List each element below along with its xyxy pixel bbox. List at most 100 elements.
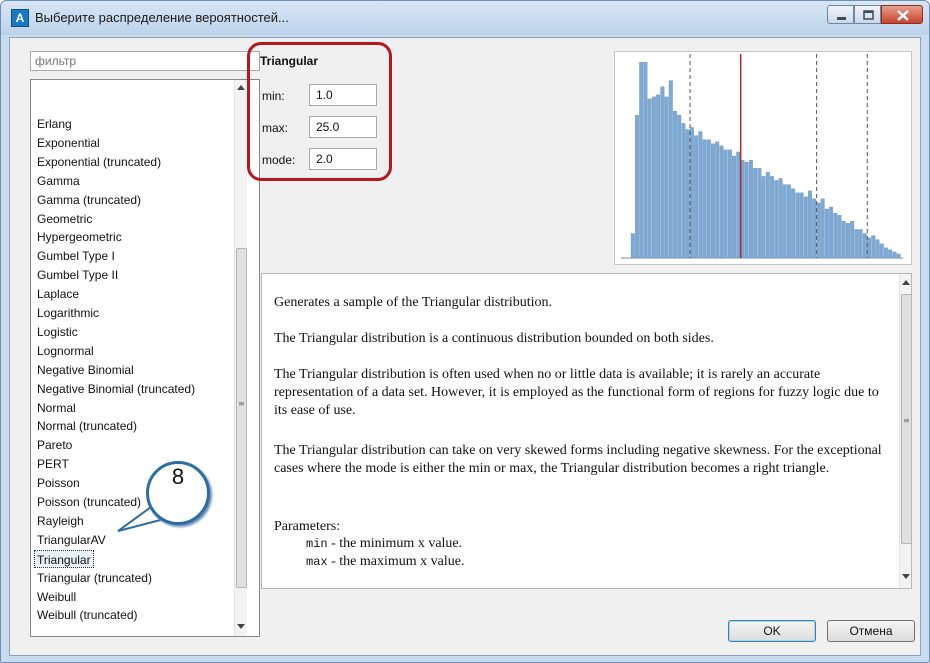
histogram-bar <box>748 159 753 259</box>
histogram-bar <box>858 229 863 259</box>
title-bar[interactable]: A Выберите распределение вероятностей... <box>1 1 929 35</box>
param-label-mode: mode: <box>262 153 296 167</box>
scroll-down-icon[interactable] <box>237 624 245 629</box>
maximize-button[interactable] <box>854 5 881 24</box>
list-item[interactable]: Gamma <box>37 172 80 190</box>
list-item[interactable]: Laplace <box>37 285 79 303</box>
list-item[interactable]: Poisson <box>37 474 80 492</box>
list-item[interactable]: Exponential (truncated) <box>37 153 161 171</box>
histogram-bar <box>664 96 669 259</box>
list-item[interactable]: Hypergeometric <box>37 228 122 246</box>
desc-grip-icon: ≡ <box>903 416 910 425</box>
histogram-bar <box>862 233 867 259</box>
list-item[interactable]: Negative Binomial (truncated) <box>37 380 195 398</box>
histogram-bar <box>875 239 880 259</box>
histogram-bar <box>824 208 829 259</box>
histogram-bar <box>837 215 842 259</box>
param-desc-max: - the maximum x value. <box>327 554 465 569</box>
desc-paragraph-5: Parameters: <box>274 519 341 534</box>
list-item[interactable]: Normal <box>37 399 76 417</box>
histogram-bar <box>694 135 699 259</box>
minimize-button[interactable] <box>827 5 854 24</box>
histogram-bar <box>896 253 901 259</box>
list-item[interactable]: TriangularAV <box>37 531 106 549</box>
histogram-bar <box>706 139 711 259</box>
list-item[interactable]: PERT <box>37 455 69 473</box>
histogram-bar <box>635 115 639 259</box>
histogram-bar <box>770 176 774 259</box>
list-item[interactable]: Weibull <box>37 588 76 606</box>
histogram-bar <box>888 249 893 259</box>
list-item[interactable]: Exponential <box>37 134 100 152</box>
histogram-bar <box>765 172 770 259</box>
histogram-bar <box>812 198 817 259</box>
histogram-bar <box>799 192 804 259</box>
window-title: Выберите распределение вероятностей... <box>35 10 289 25</box>
histogram-bar <box>879 243 884 259</box>
list-item[interactable]: Gamma (truncated) <box>37 191 141 209</box>
list-item[interactable]: Triangular <box>34 549 94 568</box>
list-item[interactable]: Geometric <box>37 210 92 228</box>
histogram-bar <box>871 235 876 259</box>
callout-badge: 8 <box>146 461 210 525</box>
list-scrollbar[interactable]: ≡ <box>234 80 247 636</box>
list-item[interactable]: Normal (truncated) <box>37 417 137 435</box>
dialog-window: A Выберите распределение вероятностей...… <box>0 0 930 663</box>
histogram-bar <box>782 184 787 259</box>
params-title: Triangular <box>260 54 319 68</box>
desc-scroll-up-icon[interactable] <box>902 280 910 285</box>
list-item[interactable]: Logarithmic <box>37 304 99 322</box>
histogram-bar <box>711 143 715 259</box>
description-panel[interactable]: Generates a sample of the Triangular dis… <box>261 273 912 589</box>
close-button[interactable] <box>881 5 923 24</box>
list-item[interactable]: Weibull (truncated) <box>37 606 138 624</box>
histogram-bar <box>854 229 859 259</box>
param-desc-min: - the minimum x value. <box>327 536 463 551</box>
desc-scroll-down-icon[interactable] <box>902 574 910 579</box>
param-input-mode[interactable] <box>309 148 377 170</box>
list-item[interactable]: Gumbel Type II <box>37 266 118 284</box>
list-item[interactable]: Gumbel Type I <box>37 247 115 265</box>
histogram-bar <box>647 98 652 259</box>
list-item[interactable]: Negative Binomial <box>37 361 134 379</box>
histogram-bar <box>685 129 690 259</box>
list-item[interactable]: Logistic <box>37 323 78 341</box>
list-scroll-thumb[interactable] <box>236 248 247 588</box>
histogram-bar <box>727 149 732 259</box>
histogram-bar <box>689 127 694 259</box>
param-input-max[interactable] <box>309 116 377 138</box>
histogram-bar <box>816 202 821 259</box>
app-icon: A <box>11 9 29 27</box>
histogram-bar <box>630 233 635 259</box>
histogram-bar <box>892 251 897 259</box>
param-code-min: min <box>306 537 328 551</box>
histogram-bar <box>698 131 703 259</box>
histogram-bar <box>677 115 682 259</box>
list-item[interactable]: Rayleigh <box>37 512 84 530</box>
desc-paragraph-2: The Triangular distribution is a continu… <box>274 331 714 346</box>
histogram-bar <box>778 178 783 259</box>
filter-input[interactable] <box>30 51 260 71</box>
histogram-bar <box>803 196 808 259</box>
histogram-bar <box>774 180 779 259</box>
list-item[interactable]: Triangular (truncated) <box>37 569 152 587</box>
histogram-bar <box>761 176 766 259</box>
histogram-bar <box>668 80 673 259</box>
maximize-icon <box>863 10 874 20</box>
cancel-button[interactable]: Отмена <box>827 620 915 642</box>
histogram-bar <box>846 223 850 259</box>
histogram-bar <box>715 141 720 259</box>
histogram-bar <box>660 86 665 259</box>
histogram-bar <box>719 145 724 259</box>
list-item[interactable]: Erlang <box>37 115 72 133</box>
ok-button[interactable]: OK <box>728 620 816 642</box>
description-scrollbar[interactable]: ≡ <box>899 274 911 588</box>
scroll-up-icon[interactable] <box>237 85 245 90</box>
histogram-bar <box>841 221 846 259</box>
param-input-min[interactable] <box>309 84 377 106</box>
histogram-bar <box>808 190 812 259</box>
histogram-bar <box>791 188 796 259</box>
list-item[interactable]: Lognormal <box>37 342 94 360</box>
histogram-bar <box>820 198 825 259</box>
list-item[interactable]: Pareto <box>37 436 72 454</box>
